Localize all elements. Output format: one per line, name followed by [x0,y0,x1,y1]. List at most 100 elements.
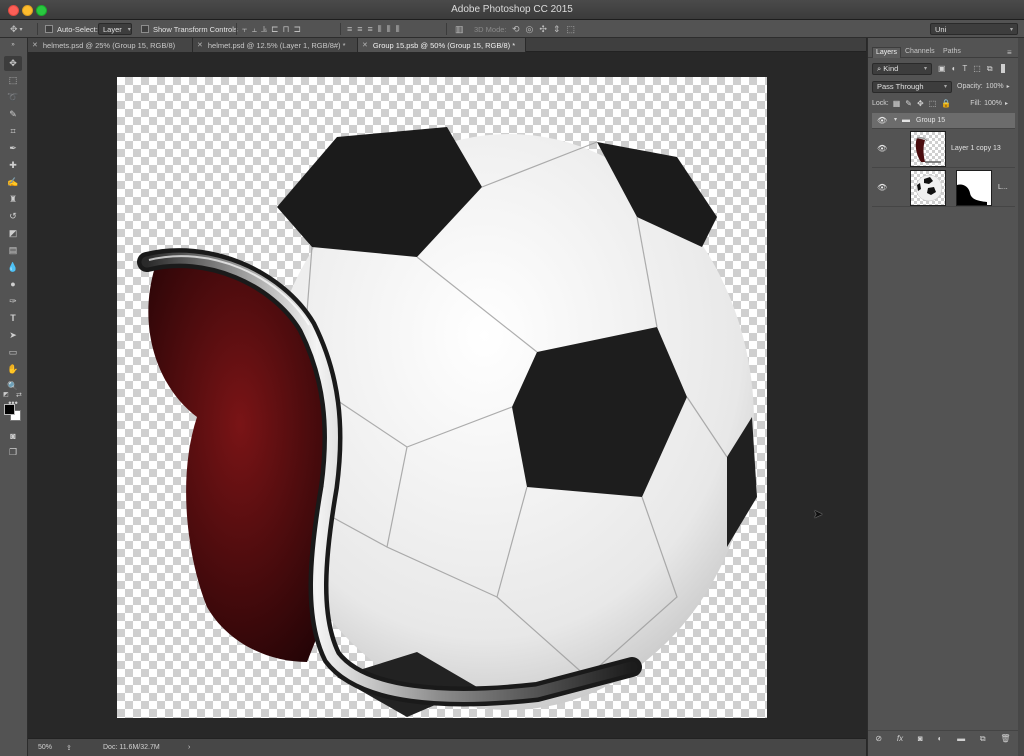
type-tool[interactable]: T [4,311,22,326]
blend-mode-dropdown[interactable]: Pass Through ▾ [872,80,952,93]
quick-select-tool[interactable]: ✎ [4,107,22,122]
layer-row-group-15[interactable]: 👁 ▾ ▬ Group 15 [872,113,1015,129]
tab-helmets[interactable]: ✕ helmets.psd @ 25% (Group 15, RGB/8) [28,38,193,52]
history-brush-tool[interactable]: ↺ [4,209,22,224]
filter-type-icon[interactable]: T [962,64,973,73]
distribute-bottom-icon[interactable]: ≡ [368,24,378,34]
filter-toggle[interactable] [1000,64,1005,73]
tab-paths[interactable]: Paths [940,47,964,58]
align-hcenter-icon[interactable]: ⊓ [283,24,294,35]
lock-transparent-icon[interactable]: ▦ [893,99,906,108]
align-right-icon[interactable]: ⊐ [294,24,306,35]
opacity-input[interactable]: 100% [986,83,1004,90]
tab-group-15[interactable]: ✕ Group 15.psb @ 50% (Group 15, RGB/8) * [358,38,526,52]
adjustment-layer-icon[interactable]: ◐ [938,734,943,743]
chevron-right-icon[interactable]: ▸ [1007,83,1010,90]
3d-roll-icon[interactable]: ◎ [526,24,540,35]
new-group-icon[interactable]: ▬ [957,734,965,743]
fx-icon[interactable]: fx [897,734,903,743]
canvas-area[interactable]: ➤ [28,53,866,738]
path-select-tool[interactable]: ➤ [4,328,22,343]
layer-row-masked-layer[interactable]: 👁 L... [872,169,1015,207]
foreground-color-swatch[interactable] [4,404,15,415]
document-canvas[interactable] [117,77,767,718]
tab-helmet[interactable]: ✕ helmet.psd @ 12.5% (Layer 1, RGB/8#) * [193,38,358,52]
eyedropper-tool[interactable]: ✒ [4,141,22,156]
dodge-tool[interactable]: ● [4,277,22,292]
lock-all-icon[interactable]: 🔒 [941,99,956,108]
status-menu-arrow-icon[interactable]: › [188,744,190,751]
layer-name[interactable]: Group 15 [916,117,945,124]
layer-filter-dropdown[interactable]: ⌕ Kind ▾ [872,62,932,75]
filter-pixel-icon[interactable]: ▣ [938,64,952,73]
lock-image-icon[interactable]: ✎ [905,99,917,108]
link-layers-icon[interactable]: ⊘ [875,734,882,743]
distribute-hcenter-icon[interactable]: ⦀ [387,24,396,35]
filter-adjust-icon[interactable]: ◐ [952,64,963,73]
rectangle-tool[interactable]: ▭ [4,345,22,360]
export-icon[interactable]: ⇪ [66,744,72,752]
auto-align-button[interactable]: ▥ [455,20,464,38]
layer-mask-thumbnail[interactable] [956,170,992,206]
auto-select-checkbox[interactable]: Auto-Select: [45,20,98,38]
trash-icon[interactable]: 🗑 [1000,734,1010,743]
layer-name[interactable]: L... [998,184,1008,191]
default-colors-icon[interactable]: ◩ [3,391,9,398]
distribute-vcenter-icon[interactable]: ≡ [357,24,367,34]
hand-tool[interactable]: ✋ [4,362,22,377]
3d-orbit-icon[interactable]: ⟲ [512,24,526,35]
tab-layers[interactable]: Layers [872,47,902,58]
document-size[interactable]: Doc: 11.6M/32.7M [103,744,160,751]
show-transform-checkbox[interactable]: Show Transform Controls [141,20,238,38]
close-tab-icon[interactable]: ✕ [197,41,203,49]
disclosure-triangle-icon[interactable]: ▾ [894,116,897,123]
align-left-icon[interactable]: ⊏ [271,24,283,35]
lock-position-icon[interactable]: ✥ [917,99,929,108]
crop-tool[interactable]: ⌗ [4,124,22,139]
toolbox-collapse-icon[interactable]: » [4,40,22,50]
workspace-dropdown[interactable]: Uni ▾ [930,23,1018,35]
layer-name[interactable]: Layer 1 copy 13 [951,145,1001,152]
lock-artboard-icon[interactable]: ⬚ [929,99,942,108]
quick-mask-button[interactable]: ◙ [4,429,22,444]
new-layer-icon[interactable]: ⧉ [980,734,986,744]
auto-select-dropdown[interactable]: Layer ▾ [98,23,132,35]
add-mask-icon[interactable]: ◙ [918,734,923,743]
fill-input[interactable]: 100% [984,100,1002,107]
visibility-eye-icon[interactable]: 👁 [877,144,887,153]
3d-drag-icon[interactable]: ✣ [539,24,553,35]
distribute-right-icon[interactable]: ⦀ [396,24,405,35]
3d-scale-icon[interactable]: ⬚ [567,24,582,35]
align-bottom-icon[interactable]: ⫡ [261,24,271,35]
lasso-tool[interactable]: ➰ [4,90,22,105]
distribute-left-icon[interactable]: ⦀ [378,24,387,35]
3d-slide-icon[interactable]: ⇕ [553,24,567,35]
pen-tool[interactable]: ✑ [4,294,22,309]
marquee-tool[interactable]: ⬚ [4,73,22,88]
align-top-icon[interactable]: ⫟ [242,24,251,35]
gradient-tool[interactable]: ▤ [4,243,22,258]
move-tool[interactable]: ✥ [4,56,22,71]
filter-smart-icon[interactable]: ⧉ [987,64,999,73]
move-tool-preset[interactable]: ✥ ▾ [10,20,23,38]
align-vcenter-icon[interactable]: ⫠ [251,24,260,35]
panel-menu-icon[interactable]: ≡ [1004,47,1015,58]
layer-row-layer-1-copy-13[interactable]: 👁 Layer 1 copy 13 [872,130,1015,168]
blur-tool[interactable]: 💧 [4,260,22,275]
brush-tool[interactable]: ✍ [4,175,22,190]
stamp-tool[interactable]: ♜ [4,192,22,207]
visibility-eye-icon[interactable]: 👁 [877,183,887,192]
visibility-eye-icon[interactable]: 👁 [877,116,887,125]
swap-colors-icon[interactable]: ⇄ [16,391,22,399]
tab-channels[interactable]: Channels [902,47,938,58]
panel-scrollbar[interactable] [1018,38,1024,756]
distribute-top-icon[interactable]: ≡ [347,24,357,34]
close-tab-icon[interactable]: ✕ [362,41,368,49]
filter-shape-icon[interactable]: ⬚ [973,64,987,73]
healing-tool[interactable]: ✚ [4,158,22,173]
zoom-level[interactable]: 50% [38,744,52,751]
close-tab-icon[interactable]: ✕ [32,41,38,49]
screen-mode-button[interactable]: ❐ [4,445,22,460]
chevron-right-icon[interactable]: ▸ [1005,100,1008,107]
eraser-tool[interactable]: ◩ [4,226,22,241]
